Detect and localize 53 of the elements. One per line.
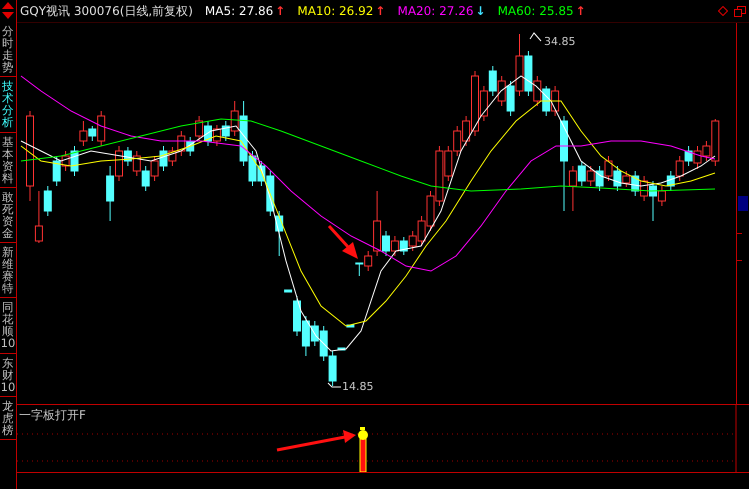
trend-arrow: ↑ bbox=[375, 4, 386, 18]
candlestick bbox=[400, 236, 408, 256]
candlestick bbox=[177, 130, 186, 156]
sidebar-tab[interactable]: 技术分析 bbox=[0, 77, 16, 132]
candlestick bbox=[186, 136, 194, 156]
candlestick bbox=[684, 146, 693, 166]
candlestick bbox=[390, 236, 399, 256]
axis-marker bbox=[738, 196, 748, 211]
sidebar-tab[interactable]: 敢死资金 bbox=[0, 188, 16, 243]
candlestick bbox=[666, 170, 675, 192]
leader-line bbox=[328, 382, 342, 388]
restore-window-icon[interactable] bbox=[734, 6, 746, 16]
leader-line bbox=[530, 32, 542, 42]
candlestick bbox=[150, 156, 159, 182]
candlestick bbox=[142, 166, 150, 192]
candlestick bbox=[542, 86, 550, 116]
sidebar-tab[interactable]: 东财10 bbox=[0, 354, 16, 397]
scroll-up-icon[interactable] bbox=[2, 2, 14, 9]
candlestick bbox=[346, 324, 354, 328]
candlestick bbox=[132, 150, 141, 176]
candlestick bbox=[284, 290, 292, 292]
candlestick bbox=[275, 210, 284, 256]
indicator-title: 一字板打开F bbox=[19, 407, 86, 424]
candlestick bbox=[320, 326, 328, 362]
candlestick bbox=[488, 66, 497, 96]
low-price-label: 14.85 bbox=[342, 380, 374, 393]
trend-arrow: ↑ bbox=[576, 4, 586, 18]
moving-average-label: MA60: 25.85 bbox=[498, 4, 574, 18]
candlestick bbox=[596, 166, 604, 192]
diamond-icon[interactable] bbox=[718, 6, 728, 16]
sidebar-tab[interactable]: 基本资料 bbox=[0, 132, 16, 188]
moving-average-label: MA10: 26.92 bbox=[297, 4, 374, 18]
sidebar-tab[interactable]: 分时走势 bbox=[0, 22, 16, 78]
candlestick bbox=[498, 76, 506, 106]
candlestick bbox=[676, 156, 684, 182]
candlestick bbox=[195, 116, 204, 142]
sidebar-tab[interactable]: 新维赛特 bbox=[0, 243, 16, 298]
money-bag-icon bbox=[358, 427, 368, 440]
stock-title: GQY视讯 300076(日线,前复权) bbox=[20, 2, 193, 20]
scroll-down-icon[interactable] bbox=[2, 12, 14, 19]
candlestick bbox=[586, 166, 595, 186]
high-price-label: 34.85 bbox=[544, 35, 576, 48]
moving-average-label: MA5: 27.86 bbox=[204, 4, 274, 18]
sidebar-tab[interactable]: 龙虎榜 bbox=[0, 396, 16, 440]
candlestick bbox=[453, 126, 462, 156]
moving-average-label: MA20: 27.26 bbox=[397, 4, 474, 18]
trend-arrow: ↑ bbox=[275, 4, 286, 18]
annotation-arrow bbox=[328, 225, 358, 259]
candlestick bbox=[212, 124, 221, 146]
trend-arrow: ↓ bbox=[476, 4, 486, 18]
candlestick bbox=[168, 146, 176, 166]
signal-bar bbox=[360, 438, 366, 472]
sidebar-tab[interactable]: 同花顺10 bbox=[0, 298, 16, 354]
